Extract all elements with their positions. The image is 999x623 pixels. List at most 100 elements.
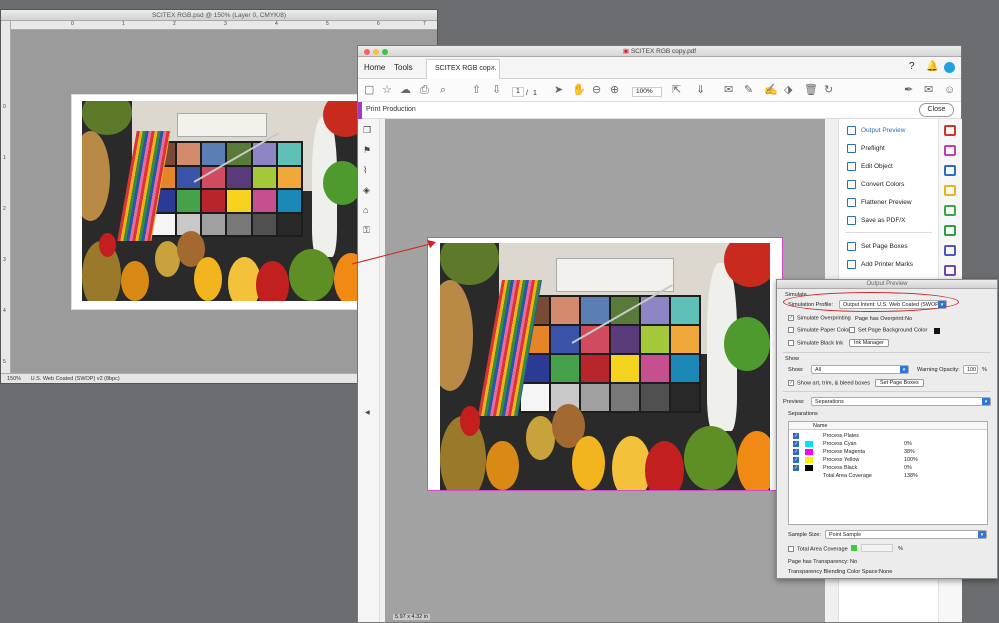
organize-pages-icon[interactable]	[944, 145, 956, 156]
rotate-icon[interactable]: ↻	[824, 83, 833, 97]
checkbox[interactable]: ✓	[793, 457, 799, 463]
ruler-tick: 3	[224, 21, 227, 27]
set-page-bg-checkbox[interactable]: Set Page Background Color	[849, 327, 927, 333]
tool-add-printer-marks[interactable]: Add Printer Marks	[847, 259, 913, 271]
vertical-ruler: 0 1 2 3 4 5	[1, 21, 11, 373]
prev-page-icon[interactable]: ⇧	[472, 83, 481, 97]
close-window-button[interactable]	[364, 49, 370, 55]
tool-flattener-preview[interactable]: Flattener Preview	[847, 197, 912, 209]
page-thumbnails-icon[interactable]: ❐	[363, 125, 371, 136]
page-fit-icon[interactable]: ⇱	[672, 83, 681, 97]
save-icon[interactable]: ▢	[364, 83, 374, 97]
print-production-tool-icon[interactable]	[944, 225, 956, 236]
collapse-panel-icon[interactable]: ◀	[365, 409, 370, 416]
zoom-out-icon[interactable]: ⊖	[592, 83, 601, 97]
simulate-paper-color-checkbox[interactable]: Simulate Paper Color	[788, 327, 850, 333]
share-user-icon[interactable]: ☺	[944, 83, 955, 97]
print-icon[interactable]: ⎙	[420, 83, 429, 97]
tool-preflight[interactable]: Preflight	[847, 143, 885, 155]
ruler-tick: 1	[122, 21, 125, 27]
tab-document[interactable]: SCITEX RGB cop... ×	[426, 59, 500, 79]
table-row[interactable]: ✓ Process Magenta 38%	[789, 448, 987, 456]
protect-icon[interactable]	[944, 245, 956, 256]
checkbox[interactable]	[849, 327, 855, 333]
next-page-icon[interactable]: ⇩	[492, 83, 501, 97]
search-icon[interactable]: ⌕	[440, 83, 446, 97]
hand-tool-icon[interactable]: ✋	[572, 83, 586, 97]
tool-set-page-boxes[interactable]: Set Page Boxes	[847, 241, 908, 253]
pen-icon[interactable]: ✎	[744, 83, 753, 97]
fill-sign-icon[interactable]	[944, 265, 956, 276]
export-tool-icon[interactable]	[944, 205, 956, 216]
tag-icon[interactable]: ⌂	[363, 205, 368, 215]
export-pdf-icon[interactable]	[944, 125, 956, 136]
background-color-swatch[interactable]	[934, 328, 940, 334]
checkbox[interactable]: ✓	[793, 441, 799, 447]
checkbox[interactable]: ✓	[793, 449, 799, 455]
avatar[interactable]	[944, 62, 955, 73]
table-row[interactable]: ✓ Process Black 0%	[789, 464, 987, 472]
scroll-mode-icon[interactable]: ⇓	[696, 83, 705, 97]
sample-size-select[interactable]: Point Sample ▾	[825, 530, 987, 539]
table-row[interactable]: ✓ Process Yellow 100%	[789, 456, 987, 464]
select-arrow-icon[interactable]: ➤	[554, 83, 563, 97]
security-icon[interactable]: ⚿	[363, 225, 370, 236]
help-icon[interactable]: ?	[909, 61, 915, 72]
simulate-overprinting-checkbox[interactable]: ✓ Simulate Overprinting	[788, 315, 851, 321]
checkbox[interactable]	[788, 340, 794, 346]
zoom-window-button[interactable]	[382, 49, 388, 55]
upload-cloud-icon[interactable]: ☁	[400, 83, 411, 97]
tool-label: Set Page Boxes	[861, 243, 908, 250]
checkbox[interactable]: ✓	[788, 315, 794, 321]
stamp-icon[interactable]: ⬗	[784, 83, 792, 97]
total-area-coverage-checkbox[interactable]: Total Area Coverage	[788, 546, 848, 552]
checkbox[interactable]: ✓	[793, 465, 799, 471]
minimize-window-button[interactable]	[373, 49, 379, 55]
bookmark-star-icon[interactable]: ☆	[382, 83, 392, 97]
set-page-boxes-button[interactable]: Set Page Boxes	[875, 379, 924, 387]
sign-icon[interactable]: ✒	[904, 83, 913, 97]
table-row[interactable]: ✓ Process Cyan 0%	[789, 440, 987, 448]
attachment-icon[interactable]: ⌇	[363, 165, 367, 176]
left-navigation-rail: ❐ ⚑ ⌇ ◈ ⌂ ⚿ ◀	[358, 119, 380, 622]
bell-icon[interactable]: 🔔	[926, 61, 938, 72]
cyan-swatch	[805, 441, 813, 447]
checkbox[interactable]: ✓	[788, 380, 794, 386]
table-row[interactable]: ✓ Process Plates	[789, 432, 987, 440]
delete-icon[interactable]: 🗑	[804, 83, 818, 97]
zoom-in-icon[interactable]: ⊕	[610, 83, 619, 97]
page-number-input[interactable]: 1	[512, 87, 524, 97]
separation-name: Process Cyan	[823, 441, 857, 447]
tool-save-pdfx[interactable]: Save as PDF/X	[847, 215, 905, 227]
bookmark-icon[interactable]: ⚑	[363, 145, 371, 156]
comment-tool-icon[interactable]	[944, 185, 956, 196]
table-row[interactable]: Total Area Coverage 138%	[789, 472, 987, 480]
show-select[interactable]: All ▾	[811, 365, 909, 374]
checkbox[interactable]	[788, 327, 794, 333]
coverage-value-input[interactable]	[861, 544, 893, 552]
menu-home[interactable]: Home	[364, 63, 385, 72]
chevron-down-icon: ▾	[978, 531, 986, 538]
close-button[interactable]: Close	[919, 103, 954, 117]
checkbox[interactable]	[788, 546, 794, 552]
comment-icon[interactable]: ✉	[724, 83, 733, 97]
checkbox[interactable]: ✓	[793, 433, 799, 439]
layers-icon[interactable]: ◈	[363, 185, 370, 196]
warning-opacity-input[interactable]: 100	[963, 365, 978, 374]
tool-output-preview[interactable]: Output Preview	[847, 125, 905, 137]
edit-pdf-icon[interactable]	[944, 165, 956, 176]
tool-convert-colors[interactable]: Convert Colors	[847, 179, 904, 191]
tool-edit-object[interactable]: Edit Object	[847, 161, 893, 173]
zoom-select[interactable]: 100%	[632, 87, 662, 97]
coverage-color-swatch[interactable]	[851, 545, 857, 551]
preview-select[interactable]: Separations ▾	[811, 397, 991, 406]
ink-manager-button[interactable]: Ink Manager	[849, 339, 889, 347]
document-viewport[interactable]: 5.97 x 4.32 in	[385, 119, 825, 622]
simulate-black-ink-checkbox[interactable]: Simulate Black Ink	[788, 340, 843, 346]
menu-tools[interactable]: Tools	[394, 63, 413, 72]
send-mail-icon[interactable]: ✉	[924, 83, 933, 97]
highlight-icon[interactable]: ✍	[764, 83, 778, 97]
separation-value: 0%	[904, 441, 912, 447]
tab-close-icon[interactable]: ×	[491, 60, 495, 78]
show-art-trim-checkbox[interactable]: ✓ Show art, trim, & bleed boxes	[788, 380, 870, 386]
